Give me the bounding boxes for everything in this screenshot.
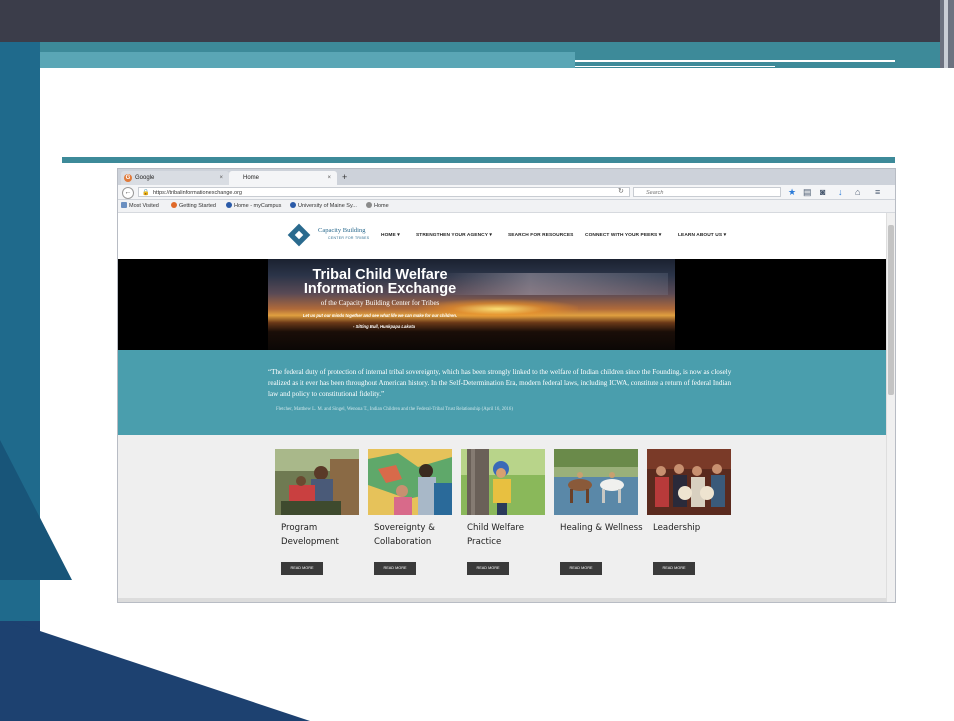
slide-rule: [575, 66, 775, 67]
firefox-icon: [171, 202, 177, 208]
child-tree-photo[interactable]: [461, 449, 545, 515]
close-icon[interactable]: ×: [327, 171, 331, 185]
new-tab-button[interactable]: +: [342, 171, 347, 183]
bookmark-icon: [121, 202, 127, 208]
chevron-down-icon: ▾: [397, 233, 400, 238]
page-divider: [118, 598, 886, 602]
card-title[interactable]: Child Welfare Practice: [467, 521, 557, 549]
download-icon[interactable]: ↓: [838, 186, 843, 198]
star-icon[interactable]: ★: [788, 186, 796, 198]
hero-banner: Tribal Child Welfare Information Exchang…: [118, 259, 886, 350]
card-title[interactable]: Leadership: [653, 521, 743, 535]
bookmark-university-maine[interactable]: University of Maine Sy...: [290, 200, 357, 212]
url-bar[interactable]: 🔒 https://tribalinformationexchange.org: [138, 187, 630, 197]
tab-label: Home: [243, 175, 260, 181]
quote-citation: Fletcher, Matthew L. M. and Singel, Weno…: [276, 407, 513, 412]
screenshot-top-band: [62, 157, 895, 163]
bookmark-getting-started[interactable]: Getting Started: [171, 200, 216, 212]
url-text: https://tribalinformationexchange.org: [153, 190, 242, 196]
hero-quote: Let us put our minds together and see wh…: [302, 313, 458, 318]
navigation-bar: ← 🔒 https://tribalinformationexchange.or…: [118, 185, 895, 200]
read-more-button[interactable]: READ MORE: [467, 562, 509, 575]
slide-decor-triangle: [10, 621, 310, 721]
menu-item-strengthen[interactable]: STRENGTHEN YOUR AGENCY ▾: [416, 233, 492, 238]
web-page: Capacity Building CENTER FOR TRIBES HOME…: [118, 213, 886, 602]
bookmark-home[interactable]: Home: [366, 200, 389, 212]
quote-section: “The federal duty of protection of inter…: [118, 350, 886, 435]
slide-right-bar-highlight: [944, 0, 948, 75]
menu-item-search-resources[interactable]: SEARCH FOR RESOURCES: [508, 233, 573, 238]
back-icon[interactable]: ←: [122, 187, 134, 199]
bookmark-most-visited[interactable]: Most Visited: [121, 200, 159, 212]
scrollbar[interactable]: [886, 213, 895, 602]
hero-attribution: - Sitting Bull, Hunkpapa Lakota: [353, 324, 415, 329]
globe-icon: [366, 202, 372, 208]
scrollbar-thumb[interactable]: [888, 225, 894, 395]
tab-home[interactable]: Home ×: [229, 171, 337, 185]
search-input[interactable]: Search: [633, 187, 781, 197]
card-title[interactable]: Program Development: [281, 521, 371, 549]
menu-icon[interactable]: ≡: [875, 186, 880, 198]
menu-item-home[interactable]: HOME ▾: [381, 233, 400, 238]
bookmark-mycampus[interactable]: Home - myCampus: [226, 200, 281, 212]
chevron-down-icon: ▾: [658, 233, 662, 238]
horses-photo[interactable]: [554, 449, 638, 515]
logo-subtext: CENTER FOR TRIBES: [328, 236, 370, 240]
hero-title: Tribal Child Welfare Information Exchang…: [303, 267, 457, 297]
read-more-button[interactable]: READ MORE: [560, 562, 602, 575]
tab-bar: G Google × Home × +: [118, 169, 895, 185]
campus-icon: [290, 202, 296, 208]
chevron-down-icon: ▾: [723, 233, 727, 238]
tab-google[interactable]: G Google ×: [121, 171, 229, 185]
search-placeholder: Search: [646, 190, 664, 196]
read-more-button[interactable]: READ MORE: [281, 562, 323, 575]
card-title[interactable]: Healing & Wellness: [560, 521, 650, 535]
drum-group-photo[interactable]: [647, 449, 731, 515]
slide-decor-triangle: [0, 440, 72, 580]
menu-item-connect[interactable]: CONNECT WITH YOUR PEERS ▾: [585, 233, 661, 238]
bookmarks-bar: Most Visited Getting Started Home - myCa…: [118, 200, 895, 213]
lock-icon: 🔒: [142, 190, 150, 196]
read-more-button[interactable]: READ MORE: [653, 562, 695, 575]
chevron-down-icon: ▾: [489, 233, 492, 238]
tab-label: Google: [135, 175, 155, 181]
campus-icon: [226, 202, 232, 208]
logo-text[interactable]: Capacity Building: [318, 227, 365, 234]
family-photo[interactable]: [275, 449, 359, 515]
site-header: Capacity Building CENTER FOR TRIBES HOME…: [118, 213, 886, 259]
children-map-photo[interactable]: [368, 449, 452, 515]
close-icon[interactable]: ×: [219, 171, 223, 185]
menu-item-learn[interactable]: LEARN ABOUT US ▾: [678, 233, 726, 238]
quote-text: “The federal duty of protection of inter…: [268, 368, 732, 398]
topic-cards: Program Development READ MORE Sovereignt…: [118, 435, 886, 602]
reload-icon[interactable]: ↻: [618, 187, 624, 197]
slide-rule: [575, 60, 895, 62]
pocket-icon[interactable]: ◙: [820, 186, 825, 198]
home-icon[interactable]: ⌂: [855, 186, 860, 198]
slide-left-bar: [0, 42, 40, 721]
card-title[interactable]: Sovereignty & Collaboration: [374, 521, 464, 549]
read-more-button[interactable]: READ MORE: [374, 562, 416, 575]
slide-header-bar: [0, 0, 954, 42]
hero-subtitle: of the Capacity Building Center for Trib…: [320, 299, 440, 307]
google-icon: G: [124, 174, 132, 182]
reading-list-icon[interactable]: ▤: [803, 186, 812, 198]
browser-window: G Google × Home × + ← 🔒 https://tribalin…: [117, 168, 896, 603]
